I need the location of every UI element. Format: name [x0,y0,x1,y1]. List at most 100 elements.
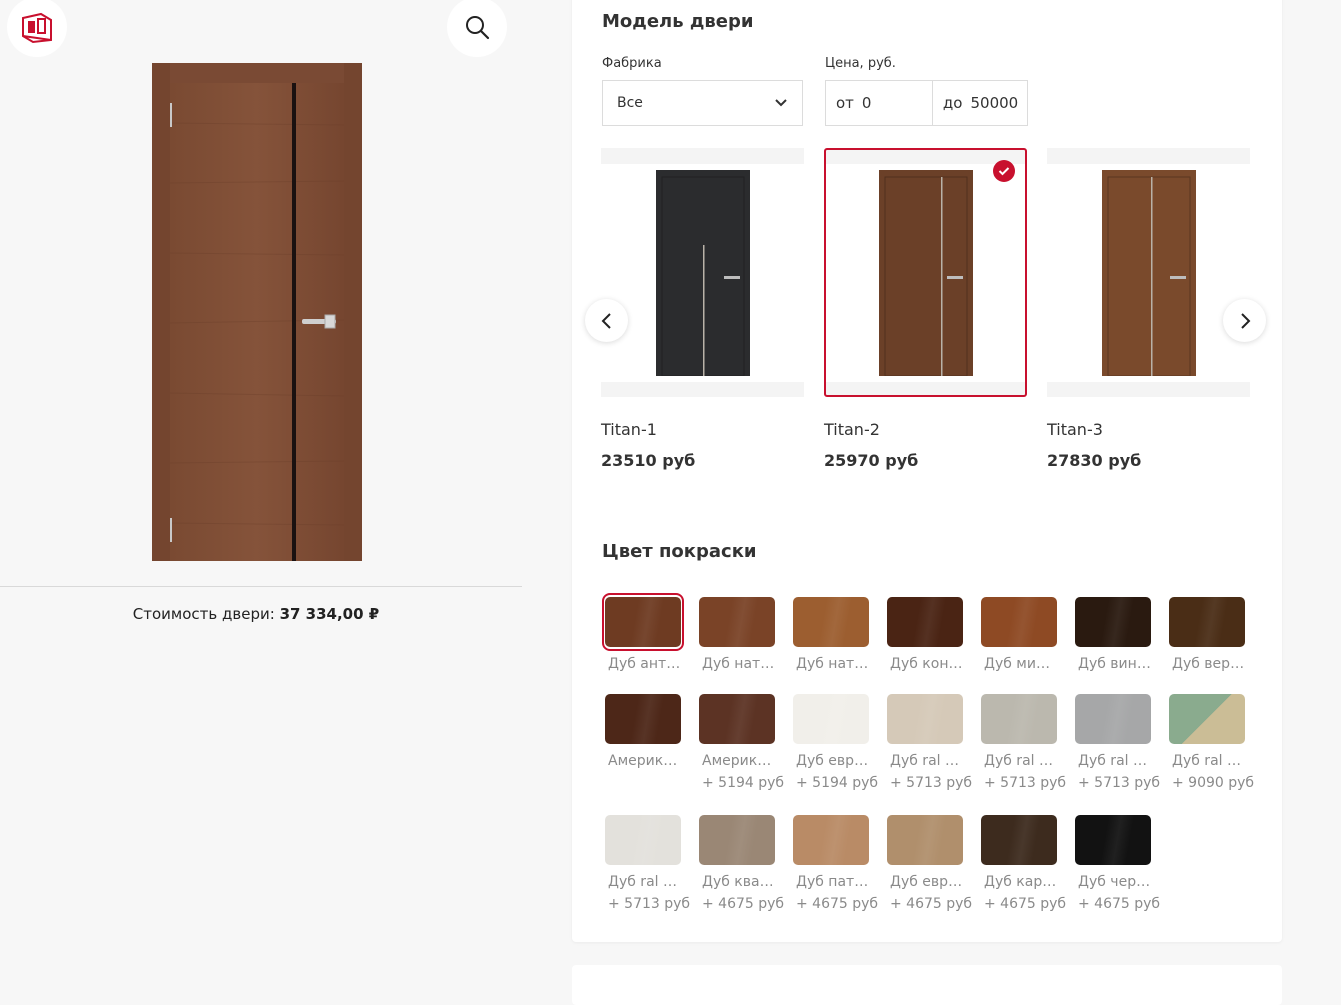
color-swatch-name: Америка… [608,753,682,769]
color-swatch[interactable]: Дуб нату… [696,593,778,672]
color-swatch-chip [887,815,963,865]
color-swatch-chip [1169,597,1245,647]
logo-button[interactable] [7,0,67,57]
color-swatch-price: + 5194 руб [796,775,879,791]
color-swatch[interactable]: Дуб пати… + 4675 руб [790,811,878,912]
chevron-right-icon [1240,312,1250,329]
color-swatch-frame [978,690,1060,748]
color-swatch-name: Дуб нату… [702,656,776,672]
color-swatch-frame [978,811,1060,869]
color-swatch-chip [793,815,869,865]
door-model-price: 23510 руб [601,451,696,470]
color-section-title: Цвет покраски [602,541,757,562]
color-swatch-name: Дуб минд… [984,656,1058,672]
door-price-value: 37 334,00 ₽ [279,605,380,623]
factory-select-value: Все [617,95,643,111]
color-swatch-chip [1075,694,1151,744]
color-swatch-price: + 9090 руб [1172,775,1255,791]
color-swatch[interactable]: Дуб винт… [1072,593,1154,672]
color-swatch-name: Дуб ral 7… [1078,753,1152,769]
color-swatch-chip [1169,694,1245,744]
preview-divider [0,586,522,587]
color-swatch-name: Дуб евро… [890,874,964,890]
price-from: от [826,81,932,125]
color-swatch-chip [793,694,869,744]
color-swatch-frame [1072,593,1154,651]
color-swatch-frame [602,811,684,869]
color-swatch[interactable]: Дуб евро… + 5194 руб [790,690,879,791]
color-swatch[interactable]: Дуб нату… [790,593,872,672]
color-swatch-price: + 4675 руб [984,896,1067,912]
door-model-price: 25970 руб [824,451,919,470]
color-swatch-price: + 5713 руб [984,775,1067,791]
color-swatch[interactable]: Дуб ral 1… + 5713 руб [884,690,973,791]
color-swatch-chip [981,597,1057,647]
door-preview-image [152,63,362,561]
color-swatch-chip [887,694,963,744]
color-swatch[interactable]: Дуб черн… + 4675 руб [1072,811,1161,912]
color-swatch[interactable]: Дуб ral за… + 9090 руб [1166,690,1255,791]
door-model-name: Titan-3 [1047,420,1103,439]
price-to: до [931,81,1041,125]
price-from-input[interactable] [861,94,922,112]
color-swatch-price: + 4675 руб [890,896,973,912]
color-swatch-frame [884,593,966,651]
color-swatch-chip [1075,815,1151,865]
color-swatch-frame [1166,690,1248,748]
color-swatch-name: Дуб квар… [702,874,776,890]
door-model-name: Titan-2 [824,420,880,439]
color-swatch-price: + 5713 руб [1078,775,1161,791]
color-swatch-name: Дуб ral за… [1172,753,1246,769]
color-swatch-name: Дуб черн… [1078,874,1152,890]
color-swatch[interactable]: Дуб квар… + 4675 руб [696,811,784,912]
price-to-input[interactable] [970,94,1031,112]
color-swatch-chip [605,694,681,744]
color-swatch-frame [1072,811,1154,869]
color-swatch[interactable]: Америка… + 5194 руб [696,690,784,791]
logo-icon [22,12,52,44]
color-swatch[interactable]: Америка… [602,690,684,769]
factory-label: Фабрика [602,56,662,71]
color-swatch-chip [1075,597,1151,647]
carousel-prev-button[interactable] [585,299,628,342]
color-swatch-name: Дуб верс… [1172,656,1246,672]
color-swatch-price: + 4675 руб [1078,896,1161,912]
color-swatch[interactable]: Дуб конь… [884,593,966,672]
door-model-image [601,163,804,382]
color-swatch-price: + 5713 руб [608,896,691,912]
price-from-prefix: от [836,94,854,112]
carousel-next-button[interactable] [1223,299,1266,342]
door-model-card[interactable] [824,148,1027,397]
search-button[interactable] [447,0,507,57]
color-swatch[interactable]: Дуб минд… [978,593,1060,672]
color-swatch-frame [696,593,778,651]
door-model-card[interactable] [601,148,804,397]
color-swatch-frame [696,690,778,748]
color-swatch-frame [884,811,966,869]
door-total-price: Стоимость двери: 37 334,00 ₽ [0,605,512,623]
price-range-label: Цена, руб. [825,56,896,71]
color-swatch-chip [981,815,1057,865]
color-swatch-price: + 5713 руб [890,775,973,791]
color-swatch[interactable]: Дуб карб… + 4675 руб [978,811,1067,912]
color-swatch-frame [1072,690,1154,748]
color-swatch[interactable]: Дуб ral 7… + 5713 руб [1072,690,1161,791]
door-thumbnail [878,169,973,376]
factory-select[interactable]: Все [602,80,803,126]
color-swatch[interactable]: Дуб ral 7… + 5713 руб [978,690,1067,791]
model-section-title: Модель двери [602,11,754,32]
price-to-prefix: до [942,94,963,112]
door-thumbnail [655,169,750,376]
color-swatch-frame [790,690,872,748]
color-swatch-chip [699,694,775,744]
color-swatch[interactable]: Дуб ral 9… + 5713 руб [602,811,691,912]
options-panel [572,0,1282,942]
color-swatch[interactable]: Дуб евро… + 4675 руб [884,811,973,912]
color-swatch[interactable]: Дуб верс… [1166,593,1248,672]
door-model-card[interactable] [1047,148,1250,397]
color-swatch-frame [790,811,872,869]
color-swatch-name: Дуб пати… [796,874,870,890]
color-swatch-frame [696,811,778,869]
color-swatch[interactable]: Дуб анти… [602,593,684,672]
color-swatch-name: Дуб ral 1… [890,753,964,769]
